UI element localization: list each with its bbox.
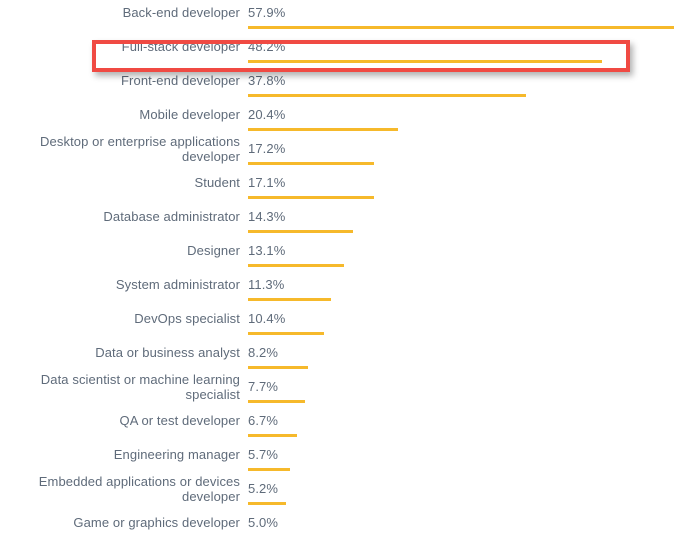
row-bar	[248, 162, 374, 165]
row-value-label: 20.4%	[248, 107, 286, 122]
row-value-label: 13.1%	[248, 243, 286, 258]
row-bar	[248, 298, 331, 301]
chart-row: Designer 13.1%	[0, 238, 685, 272]
row-value-label: 5.7%	[248, 447, 279, 462]
row-value-label: 17.1%	[248, 175, 286, 190]
row-category-label: Full-stack developer	[121, 39, 240, 54]
row-value-label: 57.9%	[248, 5, 286, 20]
row-bar	[248, 230, 353, 233]
chart-row: QA or test developer 6.7%	[0, 408, 685, 442]
row-value-label: 8.2%	[248, 345, 279, 360]
chart-row: Engineering manager 5.7%	[0, 442, 685, 476]
row-bar	[248, 264, 344, 267]
row-category-label: Data scientist or machine learning speci…	[40, 372, 240, 402]
row-category-label: QA or test developer	[119, 413, 240, 428]
row-category-label: Database administrator	[103, 209, 240, 224]
row-bar	[248, 128, 398, 131]
chart-row: Embedded applications or devices develop…	[0, 474, 685, 510]
row-value-label: 11.3%	[248, 277, 285, 292]
chart-row: DevOps specialist 10.4%	[0, 306, 685, 340]
row-value-label: 10.4%	[248, 311, 286, 326]
row-bar	[248, 468, 290, 471]
row-bar	[248, 366, 308, 369]
row-value-label: 7.7%	[248, 379, 279, 394]
row-category-label: Student	[194, 175, 240, 190]
row-value-label: 37.8%	[248, 73, 286, 88]
chart-row: Mobile developer 20.4%	[0, 102, 685, 136]
row-bar	[248, 332, 324, 335]
row-bar	[248, 434, 297, 437]
row-bar	[248, 502, 286, 505]
row-category-label: Back-end developer	[122, 5, 240, 20]
chart-row: System administrator 11.3%	[0, 272, 685, 306]
chart-row: Student 17.1%	[0, 170, 685, 204]
row-bar	[248, 60, 602, 63]
row-bar	[248, 26, 674, 29]
chart-row: Back-end developer 57.9%	[0, 0, 685, 34]
chart-row: Game or graphics developer 5.0%	[0, 510, 685, 544]
row-category-label: Data or business analyst	[95, 345, 240, 360]
chart-row: Data scientist or machine learning speci…	[0, 372, 685, 408]
row-category-label: System administrator	[115, 277, 240, 292]
row-value-label: 6.7%	[248, 413, 279, 428]
row-category-label: Embedded applications or devices develop…	[38, 474, 240, 504]
row-category-label: Engineering manager	[113, 447, 240, 462]
row-value-label: 5.0%	[248, 515, 279, 530]
row-bar	[248, 94, 526, 97]
chart-row: Data or business analyst 8.2%	[0, 340, 685, 374]
row-value-label: 5.2%	[248, 481, 279, 496]
row-category-label: Front-end developer	[121, 73, 240, 88]
row-value-label: 48.2%	[248, 39, 286, 54]
chart-row: Full-stack developer 48.2%	[0, 34, 685, 68]
row-category-label: Desktop or enterprise applications devel…	[40, 134, 240, 164]
chart-row: Database administrator 14.3%	[0, 204, 685, 238]
row-category-label: DevOps specialist	[134, 311, 240, 326]
row-value-label: 14.3%	[248, 209, 286, 224]
chart-rows-container: Back-end developer 57.9% Full-stack develo…	[0, 0, 685, 544]
row-category-label: Designer	[187, 243, 240, 258]
row-bar	[248, 400, 305, 403]
row-category-label: Mobile developer	[139, 107, 240, 122]
row-value-label: 17.2%	[248, 141, 286, 156]
horizontal-bar-chart: Back-end developer 57.9% Full-stack develo…	[0, 0, 685, 549]
row-bar	[248, 196, 374, 199]
chart-row: Front-end developer 37.8%	[0, 68, 685, 102]
row-category-label: Game or graphics developer	[73, 515, 240, 530]
chart-row: Desktop or enterprise applications devel…	[0, 134, 685, 170]
